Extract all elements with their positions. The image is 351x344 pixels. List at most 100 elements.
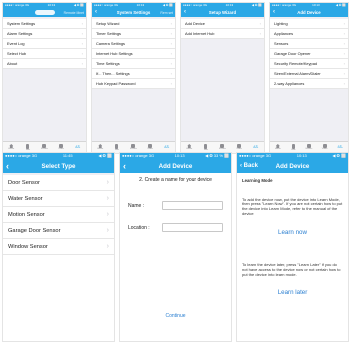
tab-events[interactable]: Events xyxy=(129,144,138,151)
home-icon xyxy=(275,144,280,148)
menu-item[interactable]: Alarm Settings › xyxy=(3,29,86,39)
device-category-item[interactable]: Siren/External Alarm/Dialer › xyxy=(270,69,348,79)
chevron-right-icon: › xyxy=(170,21,172,26)
home-icon xyxy=(9,144,14,148)
nav-bar: ‹ Setup Wizard xyxy=(181,8,264,17)
menu-item[interactable]: Event Log › xyxy=(3,39,86,49)
device-category-item[interactable]: Appliances › xyxy=(270,29,348,39)
chevron-right-icon: › xyxy=(170,51,172,56)
home-icon xyxy=(187,144,192,148)
nav-bar: ‹ Select Type xyxy=(3,159,114,173)
nav-bar: Remote Mnet xyxy=(3,8,86,17)
chevron-right-icon: › xyxy=(343,41,345,46)
wizard-item[interactable]: Add Device › xyxy=(181,19,264,29)
screen-select-type: ●●●●○ orange 3G 11:45 ◀ ❂ ⬜ ‹ Select Typ… xyxy=(2,152,115,342)
learn-later-button[interactable]: Learn later xyxy=(242,290,343,296)
tab-more[interactable]: More xyxy=(251,145,260,150)
sensor-type-item[interactable]: Window Sensor › xyxy=(3,239,114,255)
menu-item[interactable]: Select Hub › xyxy=(3,49,86,59)
nav-right-label[interactable]: Rem set xyxy=(160,11,173,15)
learn-now-button[interactable]: Learn now xyxy=(242,229,343,236)
tab-home[interactable]: Home xyxy=(96,144,105,151)
chevron-right-icon: › xyxy=(343,81,345,86)
tab-video[interactable]: Video xyxy=(57,144,66,151)
tab-events[interactable]: Events xyxy=(304,144,313,151)
tab-home[interactable]: Home xyxy=(185,144,194,151)
chevron-right-icon: › xyxy=(259,21,261,26)
nav-right-label[interactable]: Remote Mnet xyxy=(64,11,84,15)
chevron-right-icon: › xyxy=(81,31,83,36)
chevron-right-icon: › xyxy=(106,243,109,250)
device-category-item[interactable]: Sensors › xyxy=(270,39,348,49)
tab-more[interactable]: More xyxy=(162,145,171,150)
chevron-right-icon: › xyxy=(170,71,172,76)
screen-main-menu: ●●●●○ orange 3G 10:13 ◀ ❂ ⬜ Remote Mnet … xyxy=(2,2,87,154)
chevron-right-icon: › xyxy=(106,227,109,234)
chevron-right-icon: › xyxy=(81,41,83,46)
settings-item[interactable]: If... Then... Settings › xyxy=(92,69,175,79)
settings-item[interactable]: Internet Hub Settings › xyxy=(92,49,175,59)
sensor-type-item[interactable]: Motion Sensor › xyxy=(3,207,114,223)
tab-video[interactable]: Video xyxy=(320,144,329,151)
page-title: Add Device xyxy=(297,10,321,15)
device-category-item[interactable]: Security Remote/Keypad › xyxy=(270,59,348,69)
screen-system-settings: ●●●●○ orange 3G 10:13 ◀ ❂ ⬜ ‹ System Set… xyxy=(91,2,176,154)
device-category-item[interactable]: Garage Door Opener › xyxy=(270,49,348,59)
tab-video[interactable]: Video xyxy=(235,144,244,151)
page-title: Select Type xyxy=(41,162,76,170)
screen-learning-mode: ●●●●○ orange 3G 10:13 ◀ ❂ ⬜ ‹ Back Add D… xyxy=(236,152,349,342)
form-step-label: 2. Create a name for your device xyxy=(139,177,212,183)
tab-hub[interactable]: Hub xyxy=(23,143,32,152)
tab-home[interactable]: Home xyxy=(273,144,282,151)
page-title: Setup Wizard xyxy=(208,10,237,15)
wizard-item[interactable]: Add Internet Hub › xyxy=(181,29,264,39)
tab-hub[interactable]: Hub xyxy=(112,143,121,152)
name-row: Name : xyxy=(128,201,223,210)
device-category-list: Lighting › Appliances › Sensors › Garage Do… xyxy=(270,19,348,89)
location-input[interactable] xyxy=(162,223,223,232)
tab-more[interactable]: More xyxy=(336,145,345,150)
tab-home[interactable]: Home xyxy=(7,144,16,151)
settings-item[interactable]: Timer Settings › xyxy=(92,29,175,39)
nav-bar: ‹ Back Add Device xyxy=(237,159,348,173)
settings-item[interactable]: Setup Wizard › xyxy=(92,19,175,29)
app-logo xyxy=(35,10,55,15)
tab-hub[interactable]: Hub xyxy=(201,143,210,152)
chevron-right-icon: › xyxy=(170,61,172,66)
tab-hub[interactable]: Hub xyxy=(289,143,298,152)
continue-button[interactable]: Continue xyxy=(120,313,231,319)
chevron-right-icon: › xyxy=(106,195,109,202)
wizard-list: Add Device › Add Internet Hub › xyxy=(181,19,264,39)
tab-more[interactable]: More xyxy=(73,145,82,150)
chevron-right-icon: › xyxy=(106,211,109,218)
settings-item[interactable]: Hub Keypad Password › xyxy=(92,79,175,89)
settings-item[interactable]: Time Settings › xyxy=(92,59,175,69)
sensor-type-item[interactable]: Water Sensor › xyxy=(3,191,114,207)
device-category-item[interactable]: Lighting › xyxy=(270,19,348,29)
chevron-right-icon: › xyxy=(81,61,83,66)
chevron-right-icon: › xyxy=(259,31,261,36)
tab-events[interactable]: Events xyxy=(218,144,227,151)
chevron-right-icon: › xyxy=(81,21,83,26)
screen-setup-wizard: ●●●●○ orange 3G 10:13 ◀ ❂ ⬜ ‹ Setup Wiza… xyxy=(180,2,265,154)
device-category-item[interactable]: 2-way Appliances › xyxy=(270,79,348,89)
screen-name-device: ●●●●○ orange 3G 10:13 ◀ ❂ 33 % ⬜ ‹ Add D… xyxy=(119,152,232,342)
tab-events[interactable]: Events xyxy=(40,144,49,151)
learn-later-instructions: To learn the device later, press "Learn … xyxy=(242,262,341,277)
nav-bar: ‹ Add Device xyxy=(120,159,231,173)
page-title: Add Device xyxy=(275,162,310,170)
menu-item[interactable]: About › xyxy=(3,59,86,69)
chevron-right-icon: › xyxy=(106,179,109,186)
menu-item[interactable]: System Settings › xyxy=(3,19,86,29)
sensor-type-item[interactable]: Door Sensor › xyxy=(3,175,114,191)
chevron-right-icon: › xyxy=(343,71,345,76)
learn-now-instructions: To add the device now, put the device in… xyxy=(242,196,343,216)
name-input[interactable] xyxy=(162,201,223,210)
screen-add-device-categories: ●●●●○ orange 3G 10:13 ◀ ❂ ⬜ ‹ Add Device… xyxy=(269,2,349,154)
sensor-type-item[interactable]: Garage Door Sensor › xyxy=(3,223,114,239)
settings-item[interactable]: Camera Settings › xyxy=(92,39,175,49)
learning-mode-content: Learning Mode To add the device now, put… xyxy=(237,173,348,341)
location-row: Location : xyxy=(128,223,223,232)
tab-video[interactable]: Video xyxy=(146,144,155,151)
chevron-right-icon: › xyxy=(343,21,345,26)
